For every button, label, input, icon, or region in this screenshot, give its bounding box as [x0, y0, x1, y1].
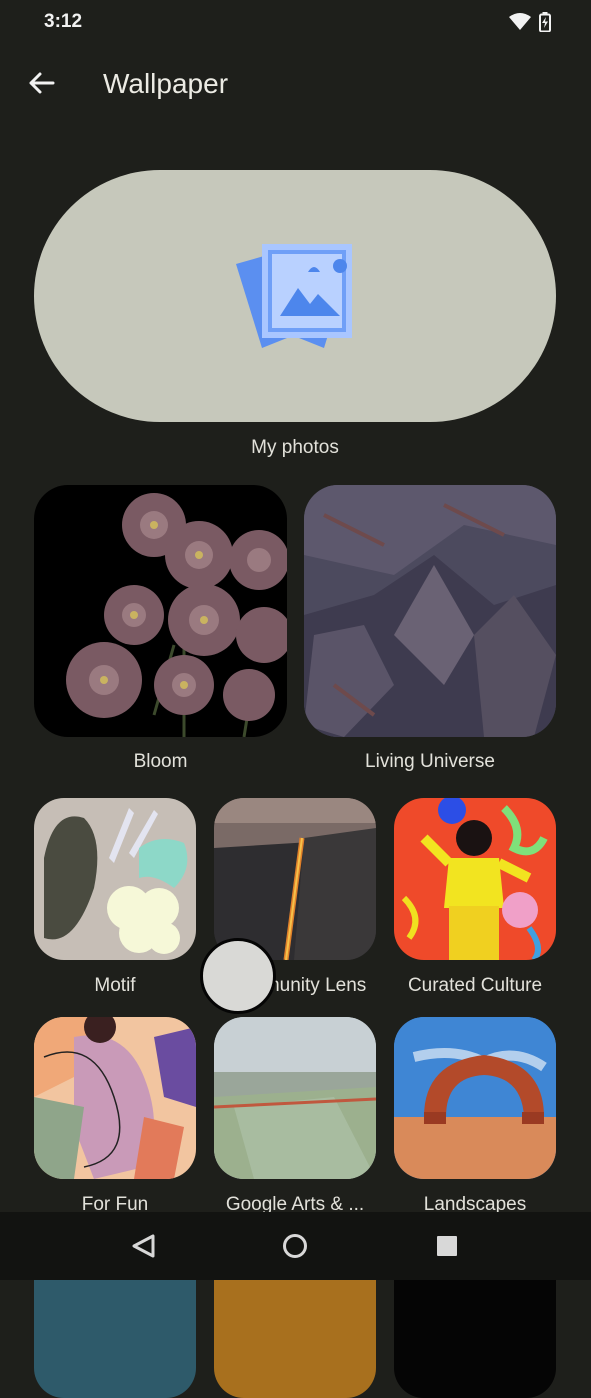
category-label-bloom: Bloom [133, 751, 188, 772]
category-tile-living-universe[interactable] [304, 485, 556, 737]
back-button[interactable] [22, 66, 60, 104]
category-tile-landscapes[interactable] [394, 1017, 556, 1179]
page-title: Wallpaper [103, 68, 229, 99]
my-photos-label: My photos [251, 437, 339, 458]
app-bar: Wallpaper [0, 50, 591, 120]
status-icons [509, 12, 551, 37]
touch-indicator [200, 938, 276, 1014]
category-tile-community-lens[interactable] [214, 798, 376, 960]
category-tile-motif[interactable] [34, 798, 196, 960]
category-tile-curated-culture[interactable] [394, 798, 556, 960]
category-label-curated-culture: Curated Culture [407, 975, 543, 996]
recents-square-icon[interactable] [435, 1234, 459, 1263]
category-tile-for-fun[interactable] [34, 1017, 196, 1179]
wifi-icon [509, 13, 531, 36]
back-triangle-icon[interactable] [131, 1234, 157, 1263]
category-label-living-universe: Living Universe [365, 751, 495, 772]
photos-icon [234, 232, 356, 357]
status-bar: 3:12 [0, 0, 591, 44]
category-tile-bloom[interactable] [34, 485, 287, 737]
arrow-back-icon [27, 71, 55, 100]
home-circle-icon[interactable] [282, 1233, 308, 1264]
system-nav-bar [0, 1212, 591, 1280]
my-photos-button[interactable] [34, 170, 556, 422]
category-label-motif: Motif [94, 975, 136, 996]
battery-charging-icon [539, 12, 551, 37]
category-tile-google-arts[interactable] [214, 1017, 376, 1179]
status-time: 3:12 [44, 11, 83, 32]
